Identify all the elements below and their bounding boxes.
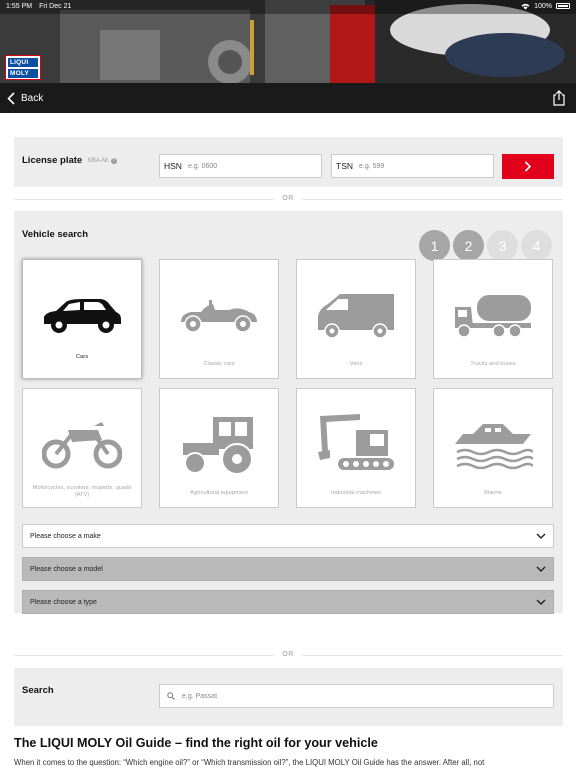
wifi-icon — [521, 3, 530, 10]
tsn-prefix: TSN — [336, 161, 353, 171]
battery-icon — [556, 3, 570, 9]
make-select[interactable]: Please choose a make — [22, 524, 554, 548]
excavator-icon — [318, 414, 394, 470]
step-3[interactable]: 3 — [487, 230, 518, 261]
category-industrial-machines[interactable]: Industrial machines — [296, 388, 416, 508]
category-label: Vans — [349, 361, 363, 367]
license-plate-label: License plate — [22, 155, 83, 166]
share-icon[interactable] — [552, 90, 566, 106]
type-select-label: Please choose a type — [30, 598, 97, 606]
search-placeholder: e.g. Passat — [182, 692, 218, 700]
back-button[interactable]: Back — [0, 91, 44, 105]
tsn-placeholder: e.g. 599 — [359, 162, 385, 170]
truck-icon — [455, 295, 531, 338]
kba-hint: KBA-Nr.? — [88, 158, 117, 164]
category-agricultural-equipment[interactable]: Agricultural equipment — [159, 388, 279, 508]
back-label: Back — [21, 92, 44, 104]
engine-photo — [0, 0, 576, 83]
chevron-down-icon — [536, 533, 546, 539]
or-separator: OR — [0, 195, 576, 202]
category-marine[interactable]: Marine — [433, 388, 553, 508]
search-icon — [167, 692, 175, 700]
step-indicator: 1 2 3 4 — [419, 230, 552, 261]
or-separator: OR — [0, 651, 576, 658]
vehicle-search-panel: Vehicle search 1 2 3 4 Cars Classic cars… — [14, 211, 563, 614]
category-label: Motorcycles, scooters, mopeds, quads (AT… — [32, 485, 132, 498]
help-icon[interactable]: ? — [110, 158, 117, 164]
step-2[interactable]: 2 — [453, 230, 484, 261]
vehicle-search-label: Vehicle search — [22, 229, 89, 240]
category-motorcycles[interactable]: Motorcycles, scooters, mopeds, quads (AT… — [22, 388, 142, 508]
chevron-down-icon — [536, 599, 546, 605]
search-panel: Search e.g. Passat — [14, 668, 563, 726]
battery-percent: 100% — [534, 2, 552, 10]
tsn-input[interactable]: TSN e.g. 599 — [331, 154, 494, 178]
category-label: Industrial machines — [331, 490, 381, 496]
guide-paragraph: When it comes to the question: “Which en… — [14, 758, 485, 767]
hsn-prefix: HSN — [164, 161, 182, 171]
header-banner: 1:55 PM Fri Dec 21 100% LIQUI MOLY — [0, 0, 576, 83]
chevron-down-icon — [536, 566, 546, 572]
step-1[interactable]: 1 — [419, 230, 450, 261]
step-4[interactable]: 4 — [521, 230, 552, 261]
category-classic-cars[interactable]: Classic cars — [159, 259, 279, 379]
van-icon — [318, 294, 394, 339]
classic-car-icon — [181, 300, 257, 333]
guide-heading: The LIQUI MOLY Oil Guide – find the righ… — [14, 736, 378, 750]
category-label: Marine — [484, 490, 502, 496]
tractor-icon — [183, 417, 253, 475]
status-date: Fri Dec 21 — [39, 2, 72, 10]
license-plate-submit-button[interactable] — [502, 154, 554, 179]
hsn-input[interactable]: HSN e.g. 0600 — [159, 154, 322, 178]
make-select-label: Please choose a make — [30, 532, 101, 540]
search-label: Search — [22, 685, 54, 696]
logo-line-1: LIQUI — [8, 57, 38, 67]
category-label: Agricultural equipment — [190, 490, 248, 496]
category-cars[interactable]: Cars — [22, 259, 142, 379]
or-label: OR — [274, 651, 302, 658]
category-vans[interactable]: Vans — [296, 259, 416, 379]
navigation-bar: Back — [0, 83, 576, 113]
chevron-right-icon — [524, 161, 532, 172]
logo-line-2: MOLY — [8, 68, 38, 78]
main-content: License plate KBA-Nr.? HSN e.g. 0600 TSN… — [0, 113, 576, 768]
license-plate-panel: License plate KBA-Nr.? HSN e.g. 0600 TSN… — [14, 137, 563, 187]
car-icon — [44, 299, 121, 333]
boat-icon — [455, 424, 533, 470]
type-select[interactable]: Please choose a type — [22, 590, 554, 614]
hsn-placeholder: e.g. 0600 — [187, 162, 218, 170]
or-label: OR — [274, 195, 302, 202]
model-select[interactable]: Please choose a model — [22, 557, 554, 581]
liqui-moly-logo: LIQUI MOLY — [5, 55, 41, 80]
search-input[interactable]: e.g. Passat — [159, 684, 554, 708]
category-label: Cars — [75, 354, 89, 360]
model-select-label: Please choose a model — [30, 565, 103, 573]
category-label: Classic cars — [203, 361, 235, 367]
status-time: 1:55 PM — [6, 2, 33, 10]
category-label: Trucks and buses — [470, 361, 516, 367]
status-bar: 1:55 PM Fri Dec 21 100% — [0, 0, 576, 12]
license-plate-heading: License plate KBA-Nr.? — [22, 155, 117, 166]
motorcycle-icon — [42, 422, 122, 469]
category-trucks-and-buses[interactable]: Trucks and buses — [433, 259, 553, 379]
kba-label: KBA-Nr. — [87, 158, 110, 164]
chevron-left-icon — [7, 91, 15, 105]
